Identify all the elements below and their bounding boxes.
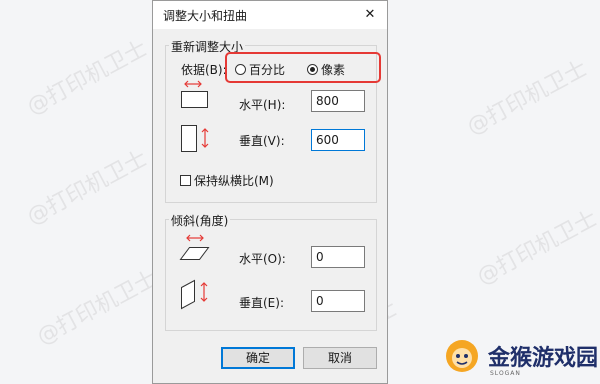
horizontal-label: 水平(H): (239, 98, 286, 112)
by-label: 依据(B): (181, 63, 227, 77)
logo-text: 金猴游戏园 (488, 346, 599, 371)
keep-ratio-checkbox[interactable]: 保持纵横比(M) (180, 172, 274, 189)
horizontal-skew-icon (179, 234, 210, 260)
horizontal-resize-input[interactable]: 800 (311, 90, 365, 112)
radio-pixels-label: 像素 (321, 63, 346, 77)
ok-button[interactable]: 确定 (221, 347, 295, 369)
resize-skew-dialog: 调整大小和扭曲 ✕ 重新调整大小 依据(B): 百分比 像素 水平(H): 80… (152, 0, 388, 384)
vertical-resize-input[interactable]: 600 (311, 129, 365, 151)
watermark-text: @打印机卫士 (23, 36, 152, 121)
watermark-text: @打印机卫士 (463, 56, 592, 141)
radio-percent[interactable]: 百分比 (235, 61, 285, 78)
radio-percent-circle[interactable] (235, 64, 246, 75)
radio-pixels[interactable]: 像素 (307, 61, 345, 78)
monkey-logo-icon (446, 340, 478, 372)
watermark-text: @打印机卫士 (473, 206, 600, 291)
watermark-text: @打印机卫士 (33, 266, 162, 351)
vertical-skew-input[interactable]: 0 (311, 290, 365, 312)
dialog-title: 调整大小和扭曲 (163, 9, 248, 23)
skew-vertical-label: 垂直(E): (239, 296, 284, 310)
keep-ratio-box[interactable] (180, 175, 191, 186)
vertical-skew-icon (181, 279, 208, 310)
cancel-button[interactable]: 取消 (303, 347, 377, 369)
logo-slogan: SLOGAN (490, 370, 521, 377)
title-bar[interactable]: 调整大小和扭曲 ✕ (153, 1, 387, 29)
vertical-resize-icon (181, 125, 209, 152)
radio-percent-label: 百分比 (249, 63, 286, 77)
skew-horizontal-label: 水平(O): (239, 252, 286, 266)
watermark-text: @打印机卫士 (23, 146, 152, 231)
skew-group-label: 倾斜(角度) (169, 212, 231, 229)
horizontal-skew-input[interactable]: 0 (311, 246, 365, 268)
close-icon[interactable]: ✕ (355, 3, 385, 27)
vertical-label: 垂直(V): (239, 134, 285, 148)
keep-ratio-label: 保持纵横比(M) (194, 174, 274, 188)
horizontal-resize-icon (181, 80, 208, 108)
brand-logo: 金猴游戏园 SLOGAN (440, 336, 599, 377)
radio-pixels-circle[interactable] (307, 64, 318, 75)
